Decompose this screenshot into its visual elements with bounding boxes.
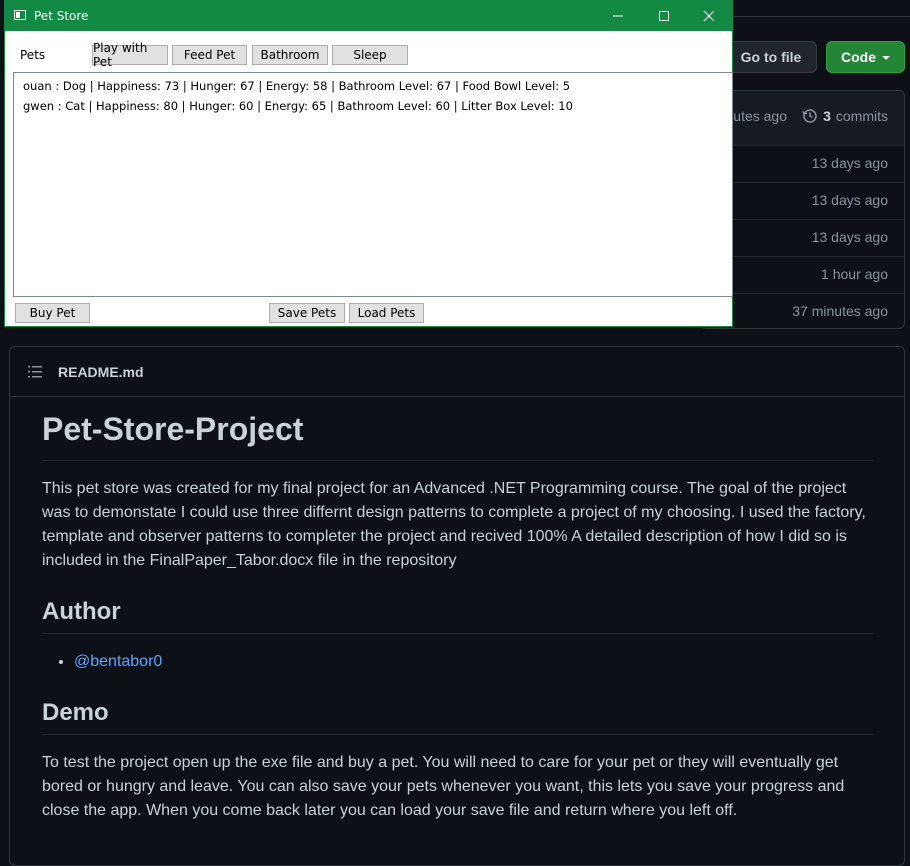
save-pets-button[interactable]: Save Pets [269, 303, 345, 323]
bathroom-button[interactable]: Bathroom [252, 45, 328, 65]
commits-label: commits [835, 108, 888, 124]
sleep-button[interactable]: Sleep [332, 45, 408, 65]
author-heading: Author [42, 597, 873, 634]
readme-content: Pet-Store-Project This pet store was cre… [42, 409, 873, 823]
header-divider [734, 16, 910, 17]
play-with-pet-button[interactable]: Play with Pet [92, 41, 168, 69]
pets-label: Pets [20, 48, 46, 62]
commits-count: 3 [823, 108, 831, 124]
go-to-file-label: Go to file [740, 49, 802, 65]
readme-panel: README.md Pet-Store-Project This pet sto… [9, 346, 905, 866]
caret-down-icon [882, 56, 890, 60]
author-list: @bentabor0 [42, 650, 873, 674]
window-client-area: Pets Play with Pet Feed Pet Bathroom Sle… [5, 31, 733, 326]
feed-pet-button[interactable]: Feed Pet [172, 45, 247, 65]
readme-filename: README.md [58, 364, 144, 380]
list-icon[interactable] [27, 364, 43, 380]
file-commit-time: 37 minutes ago [792, 303, 888, 319]
pet-store-window: Pet Store Pets Play with Pet Feed Pet Ba… [4, 0, 733, 327]
commits-link[interactable]: 3 commits [802, 108, 888, 124]
demo-heading: Demo [42, 698, 873, 735]
readme-header: README.md [10, 347, 904, 397]
minimize-button[interactable] [595, 1, 641, 31]
history-icon [802, 109, 817, 123]
load-pets-button[interactable]: Load Pets [349, 303, 424, 323]
author-link[interactable]: @bentabor0 [74, 653, 162, 670]
app-icon [14, 10, 26, 20]
list-item[interactable]: gwen : Cat | Happiness: 80 | Hunger: 60 … [23, 99, 573, 113]
maximize-button[interactable] [641, 1, 687, 31]
minimize-icon [613, 15, 623, 17]
pets-listbox[interactable]: ouan : Dog | Happiness: 73 | Hunger: 67 … [13, 72, 733, 297]
file-commit-time: 13 days ago [811, 192, 888, 208]
code-button[interactable]: Code [826, 41, 905, 73]
readme-intro: This pet store was created for my final … [42, 479, 866, 569]
code-label: Code [841, 49, 876, 65]
close-icon [703, 10, 715, 22]
close-button[interactable] [686, 1, 732, 31]
latest-commit-time: utes ago [733, 108, 787, 124]
demo-text: To test the project open up the exe file… [42, 753, 845, 819]
readme-title: Pet-Store-Project [42, 409, 873, 461]
list-item: @bentabor0 [74, 650, 873, 674]
go-to-file-button[interactable]: Go to file [725, 41, 817, 73]
maximize-icon [659, 11, 669, 21]
file-commit-time: 13 days ago [811, 155, 888, 171]
window-titlebar[interactable]: Pet Store [5, 1, 732, 31]
file-commit-time: 1 hour ago [821, 266, 888, 282]
file-commit-time: 13 days ago [811, 229, 888, 245]
window-title: Pet Store [34, 9, 89, 23]
buy-pet-button[interactable]: Buy Pet [15, 303, 90, 323]
list-item[interactable]: ouan : Dog | Happiness: 73 | Hunger: 67 … [23, 79, 570, 93]
